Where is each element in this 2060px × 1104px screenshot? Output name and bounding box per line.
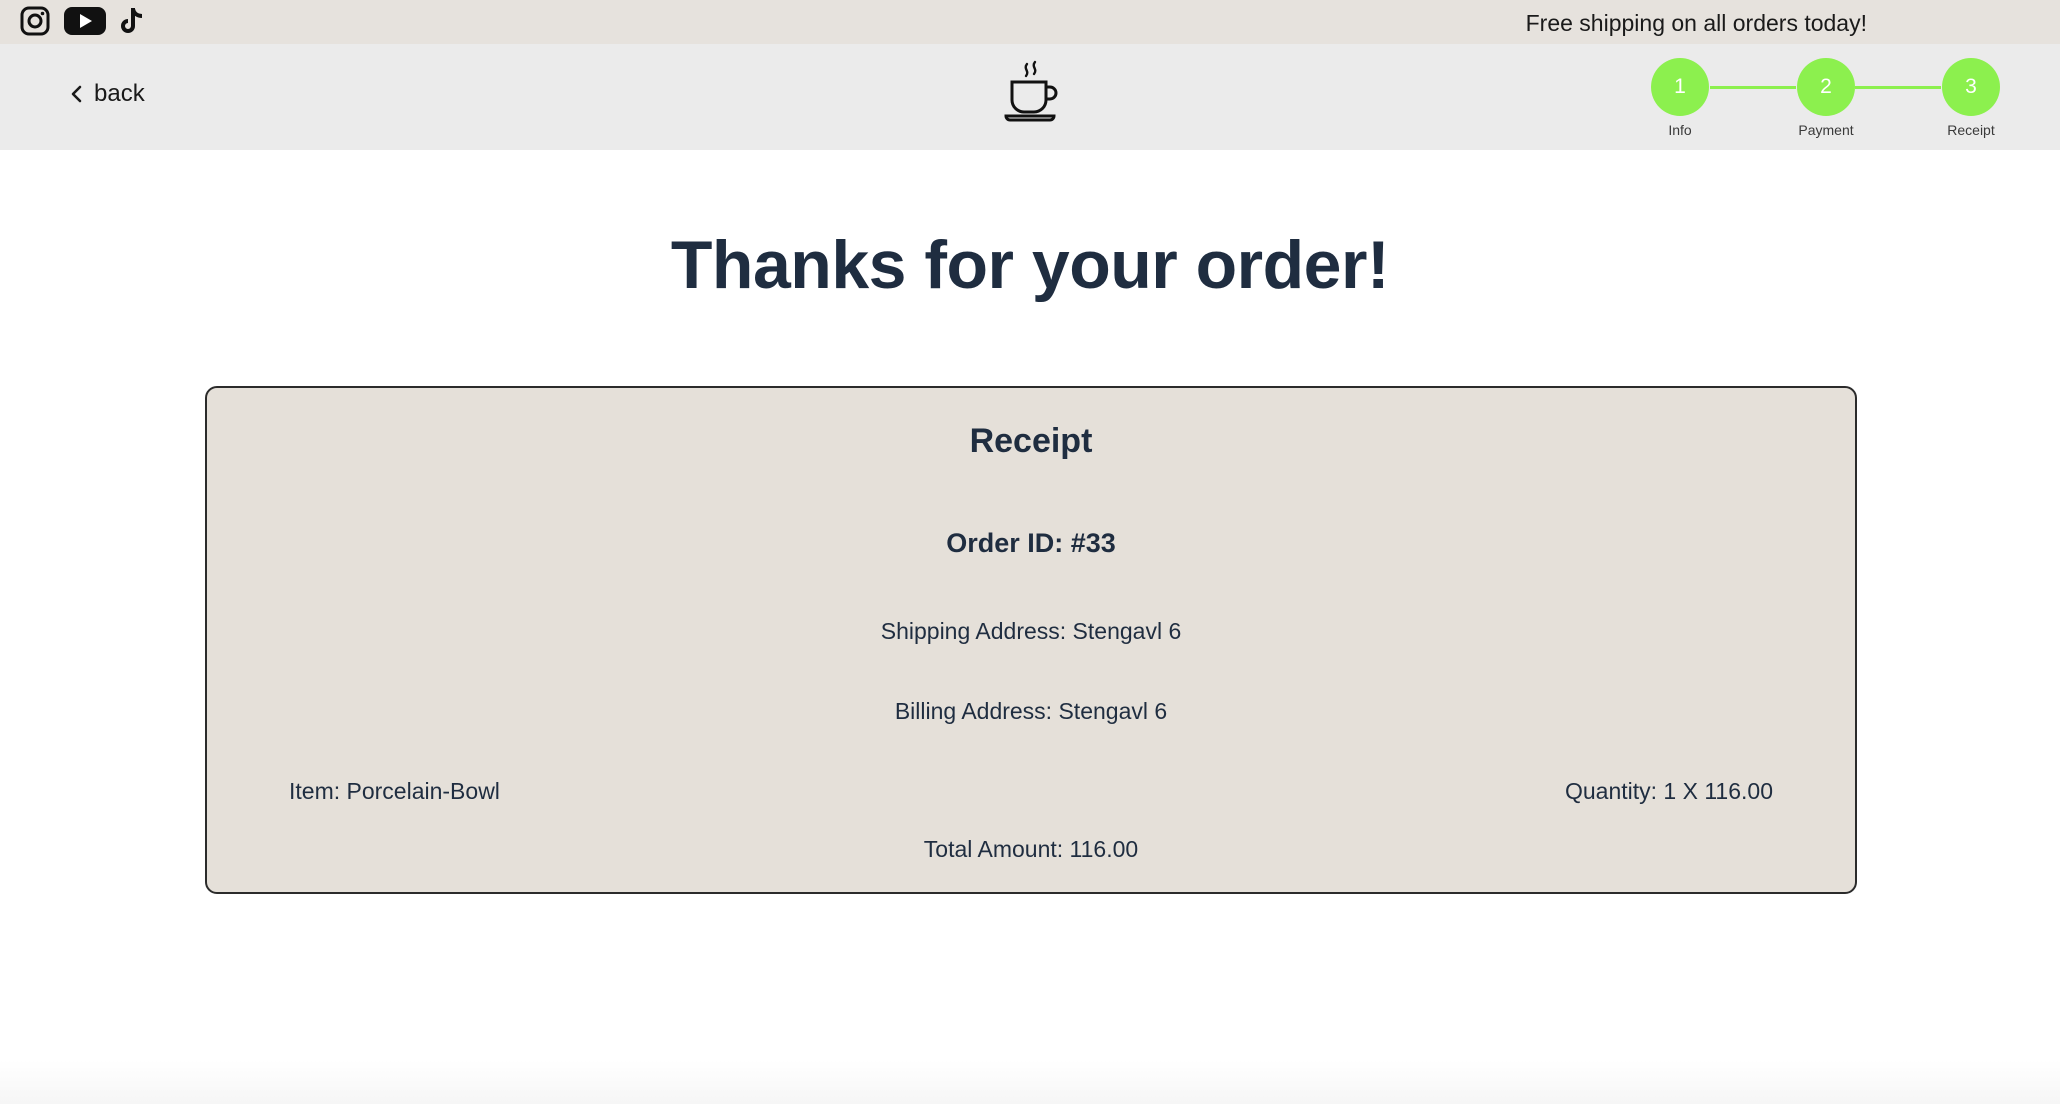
order-id: Order ID: #33 [946, 528, 1116, 558]
tiktok-icon[interactable] [120, 6, 146, 36]
step-connector [1710, 86, 1796, 89]
bottom-fade [0, 1060, 2060, 1104]
step-connector [1855, 86, 1941, 89]
step-receipt[interactable]: 3 Receipt [1941, 58, 2001, 138]
step-number: 3 [1942, 58, 2000, 116]
back-label: back [94, 80, 145, 107]
step-label: Payment [1798, 122, 1854, 138]
step-number: 2 [1797, 58, 1855, 116]
social-links [20, 6, 146, 36]
checkout-header: back 1 Info 2 Payment 3 Receipt [0, 44, 2060, 150]
step-payment[interactable]: 2 Payment [1796, 58, 1856, 138]
coffee-cup-icon[interactable] [1000, 60, 1062, 126]
announcement-bar: Free shipping on all orders today! [0, 0, 2060, 44]
page-title: Thanks for your order! [670, 227, 1390, 303]
announcement-text: Free shipping on all orders today! [1525, 10, 1867, 36]
step-label: Info [1668, 122, 1692, 138]
step-info[interactable]: 1 Info [1650, 58, 1710, 138]
checkout-stepper: 1 Info 2 Payment 3 Receipt [1650, 58, 2005, 138]
billing-address: Billing Address: Stengavl 6 [894, 698, 1168, 724]
receipt-quantity: Quantity: 1 X 116.00 [1565, 778, 1773, 804]
step-number: 1 [1651, 58, 1709, 116]
youtube-icon[interactable] [64, 6, 106, 36]
back-button[interactable]: back [70, 80, 145, 108]
chevron-left-icon [71, 85, 82, 103]
shipping-address: Shipping Address: Stengavl 6 [880, 618, 1182, 644]
receipt-card: Receipt Order ID: #33 Shipping Address: … [205, 386, 1857, 894]
step-label: Receipt [1947, 122, 1995, 138]
instagram-icon[interactable] [20, 6, 50, 36]
total-amount: Total Amount: 116.00 [923, 836, 1139, 862]
receipt-item: Item: Porcelain-Bowl [289, 778, 500, 804]
receipt-heading: Receipt [969, 422, 1093, 460]
